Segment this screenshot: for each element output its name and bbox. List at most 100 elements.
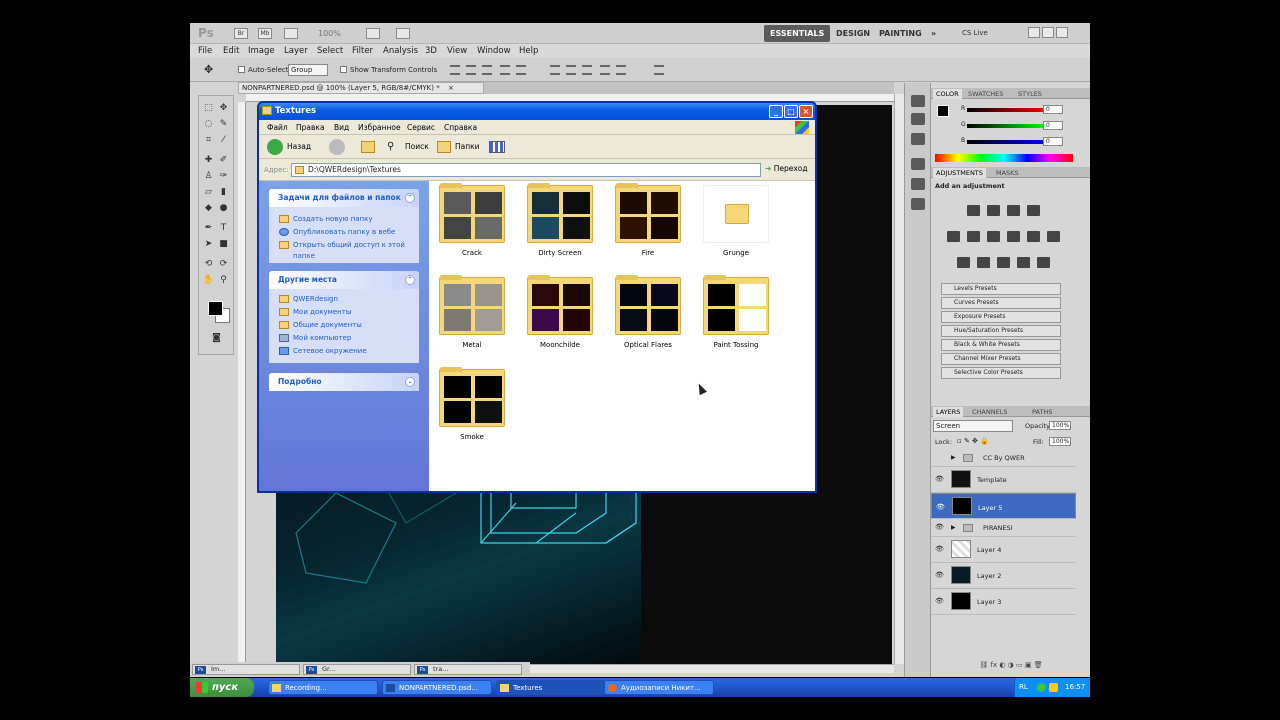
search-button[interactable]: Поиск [405,139,429,155]
color-fg-swatch[interactable] [937,105,949,117]
close-button[interactable] [1056,27,1068,38]
quick-select-tool-icon[interactable]: ✎ [217,118,230,131]
minimized-doc-1[interactable]: Ps Im... [192,664,300,675]
layer-row[interactable]: 👁 Layer 2 [931,563,1076,589]
shape-tool-icon[interactable]: ■ [217,238,230,251]
invert-icon[interactable] [957,257,970,268]
brushes-icon[interactable] [911,133,925,145]
task-recording[interactable]: Recording... [268,680,378,695]
menu-file[interactable]: File [198,46,212,56]
preset-selective-color[interactable]: Selective Color Presets [941,367,1061,379]
red-value[interactable]: 0 [1043,105,1063,114]
menu-filter[interactable]: Filter [352,46,373,56]
tab-masks[interactable]: MASKS [993,168,1022,178]
menu-view[interactable]: Вид [334,123,349,132]
color-balance-icon[interactable] [987,231,1000,242]
folder-item[interactable]: Grunge [703,185,769,257]
explorer-maximize-button[interactable]: □ [784,105,798,118]
back-button[interactable]: Назад [287,139,311,155]
document-tab-close-icon[interactable]: × [448,84,454,92]
threshold-icon[interactable] [997,257,1010,268]
folder-item[interactable]: Crack [439,183,505,257]
history-icon[interactable] [911,95,925,107]
dodge-tool-icon[interactable]: ● [217,202,230,215]
layer-row[interactable]: 👁 Layer 3 [931,589,1076,615]
explorer-minimize-button[interactable]: _ [769,105,783,118]
preset-curves[interactable]: Curves Presets [941,297,1061,309]
more-workspaces-button[interactable]: » [925,25,942,42]
exposure-icon[interactable] [1027,205,1040,216]
gradient-tool-icon[interactable]: ▮ [217,186,230,199]
layer-row[interactable]: 👁 Template [931,467,1076,493]
menu-tools[interactable]: Сервис [407,123,435,132]
cs-live-button[interactable]: CS Live [962,29,988,37]
pen-tool-icon[interactable]: ✒ [202,222,215,235]
address-input[interactable]: D:\QWERdesign\Textures [291,163,761,177]
clone-stamp-tool-icon[interactable]: ♙ [202,170,215,183]
place-network[interactable]: Сетевое окружение [269,345,419,358]
folders-icon[interactable] [437,141,451,153]
preset-channel-mixer[interactable]: Channel Mixer Presets [941,353,1061,365]
auto-select-dropdown[interactable]: Group [288,64,328,76]
color-spectrum[interactable] [935,154,1073,162]
auto-align-icon[interactable] [654,65,664,75]
menu-analysis[interactable]: Analysis [383,46,418,56]
distribute-bottom-icon[interactable] [582,65,592,75]
menu-select[interactable]: Select [317,46,343,56]
posterize-icon[interactable] [977,257,990,268]
task-new-folder[interactable]: Создать новую папку [269,213,419,226]
place-my-computer[interactable]: Мой компьютер [269,332,419,345]
align-bottom-icon[interactable] [482,65,492,75]
hue-saturation-icon[interactable] [967,231,980,242]
eraser-tool-icon[interactable]: ▱ [202,186,215,199]
layer-row[interactable]: 👁 ▶ PIRANESI [931,519,1076,537]
workspace-painting[interactable]: PAINTING [873,25,928,42]
lasso-tool-icon[interactable]: ◌ [202,118,215,131]
preset-exposure[interactable]: Exposure Presets [941,311,1061,323]
zoom-tool-icon[interactable]: ⚲ [217,274,230,287]
green-slider[interactable] [967,124,1047,128]
type-tool-icon[interactable]: T [217,222,230,235]
restore-button[interactable] [1042,27,1054,38]
bridge-button[interactable]: Br [234,28,248,39]
selective-color-icon[interactable] [1037,257,1050,268]
auto-select-checkbox[interactable] [238,66,245,73]
menu-layer[interactable]: Layer [284,46,308,56]
layer-actions-bar[interactable]: ⛓ fx ◐ ◑ ▭ ▣ 🗑 [931,661,1090,673]
menu-favorites[interactable]: Избранное [358,123,401,132]
folder-item[interactable]: Dirty Screen [527,183,593,257]
3d-rotate-tool-icon[interactable]: ⟲ [202,258,215,271]
tray-app-icon[interactable] [1049,683,1058,692]
folder-item[interactable]: Moonchilde [527,275,593,349]
place-my-documents[interactable]: Мои документы [269,306,419,319]
vibrance-icon[interactable] [947,231,960,242]
move-tool-icon[interactable]: ✥ [204,63,213,76]
tab-channels[interactable]: CHANNELS [969,407,1010,417]
task-browser[interactable]: Аудиозаписи Никит... [604,680,714,695]
back-arrow-icon[interactable] [267,139,283,155]
channel-mixer-icon[interactable] [1047,231,1060,242]
marquee-tool-icon[interactable]: ⬚ [202,102,215,115]
view-icon[interactable] [489,141,505,153]
hand-tool-icon[interactable]: ✋ [202,274,215,287]
brightness-icon[interactable] [967,205,980,216]
collapse-icon[interactable]: ⌃ [405,275,415,285]
start-button[interactable]: пуск [190,678,254,697]
character-icon[interactable] [911,158,925,170]
menu-window[interactable]: Window [477,46,511,56]
blue-slider[interactable] [967,140,1047,144]
tab-paths[interactable]: PATHS [1029,407,1055,417]
visibility-eye-icon[interactable]: 👁 [936,502,945,512]
preset-black-white[interactable]: Black & White Presets [941,339,1061,351]
group-expand-icon[interactable]: ▶ [951,454,956,461]
search-icon[interactable]: ⚲ [387,141,394,152]
view-extras-button[interactable] [284,28,298,39]
foreground-color-swatch[interactable] [208,301,223,316]
expand-icon[interactable]: ⌄ [405,377,415,387]
crop-tool-icon[interactable]: ⌗ [202,134,215,147]
menu-help[interactable]: Справка [444,123,477,132]
menu-3d[interactable]: 3D [425,46,437,56]
tasks-box-header[interactable]: Задачи для файлов и папок ⌃ [269,189,419,207]
3d-camera-tool-icon[interactable]: ⟳ [217,258,230,271]
go-button[interactable]: ➜ Переход [765,164,808,173]
